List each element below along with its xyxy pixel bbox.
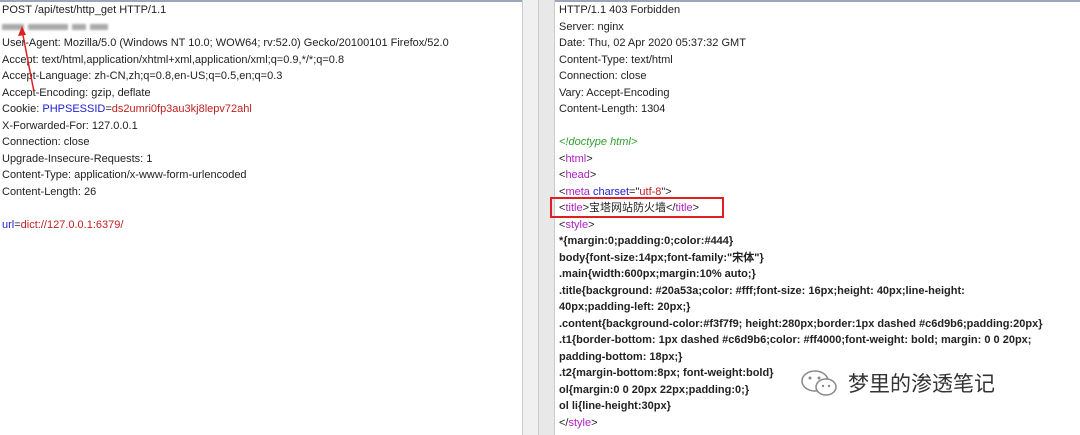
tag-name: style [568, 416, 592, 429]
style-close: </style> [559, 416, 598, 429]
css-line: padding-bottom: 18px;} [559, 350, 683, 363]
body-value: dict://127.0.0.1:6379/ [20, 218, 124, 231]
style-open: <style> [559, 218, 595, 231]
css-line: 40px;padding-left: 20px;} [559, 301, 691, 313]
tag-name: style [565, 218, 589, 231]
attr-value: utf-8 [639, 185, 662, 198]
header-content-length: Content-Length: 1304 [559, 103, 666, 115]
red-arrow-annotation [18, 26, 35, 93]
tag-name: meta [565, 185, 590, 198]
html-open: <html> [559, 152, 593, 165]
status-line: HTTP/1.1 403 Forbidden [559, 4, 681, 16]
css-line: .t1{border-bottom: 1px dashed #c6d9b6;co… [559, 334, 1032, 346]
request-scrollbar[interactable] [522, 0, 538, 435]
watermark-text: 梦里的渗透笔记 [848, 372, 995, 396]
header-content-length: Content-Length: 26 [2, 185, 97, 198]
header-date: Date: Thu, 02 Apr 2020 05:37:32 GMT [559, 37, 746, 49]
doctype-line: <!doctype html> [559, 136, 638, 148]
css-line: .content{background-color:#f3f7f9; heigh… [559, 317, 1043, 330]
tag-name: head [565, 169, 590, 181]
request-body: url=dict://127.0.0.1:6379/ [0, 217, 522, 234]
header-content-type: Content-Type: application/x-www-form-url… [2, 169, 247, 181]
header-connection: Connection: close [559, 70, 647, 82]
css-line: body{font-size:14px;font-family:"宋体"} [559, 251, 764, 264]
css-line: .main{width:600px;margin:10% auto;} [559, 268, 756, 280]
css-line: ol li{line-height:30px} [559, 400, 671, 412]
css-line: *{margin:0;padding:0;color:#444} [559, 235, 734, 247]
wechat-icon [801, 370, 837, 396]
header-content-type: Content-Type: text/html [559, 53, 673, 66]
tag-name: html [565, 152, 587, 165]
watermark: 梦里的渗透笔记 [800, 368, 995, 398]
head-open: <head> [559, 169, 597, 181]
header-upgrade: Upgrade-Insecure-Requests: 1 [2, 152, 153, 165]
css-line: .title{background: #20a53a;color: #fff;f… [559, 284, 965, 297]
header-connection: Connection: close [2, 136, 90, 148]
header-server: Server: nginx [559, 20, 624, 33]
body-key: url [2, 218, 15, 231]
attr-name: charset [592, 185, 630, 198]
header-vary: Vary: Accept-Encoding [559, 86, 670, 99]
title-highlight-box [550, 197, 724, 218]
cookie-value: ds2umri0fp3au3kj8lepv72ahl [111, 103, 252, 115]
